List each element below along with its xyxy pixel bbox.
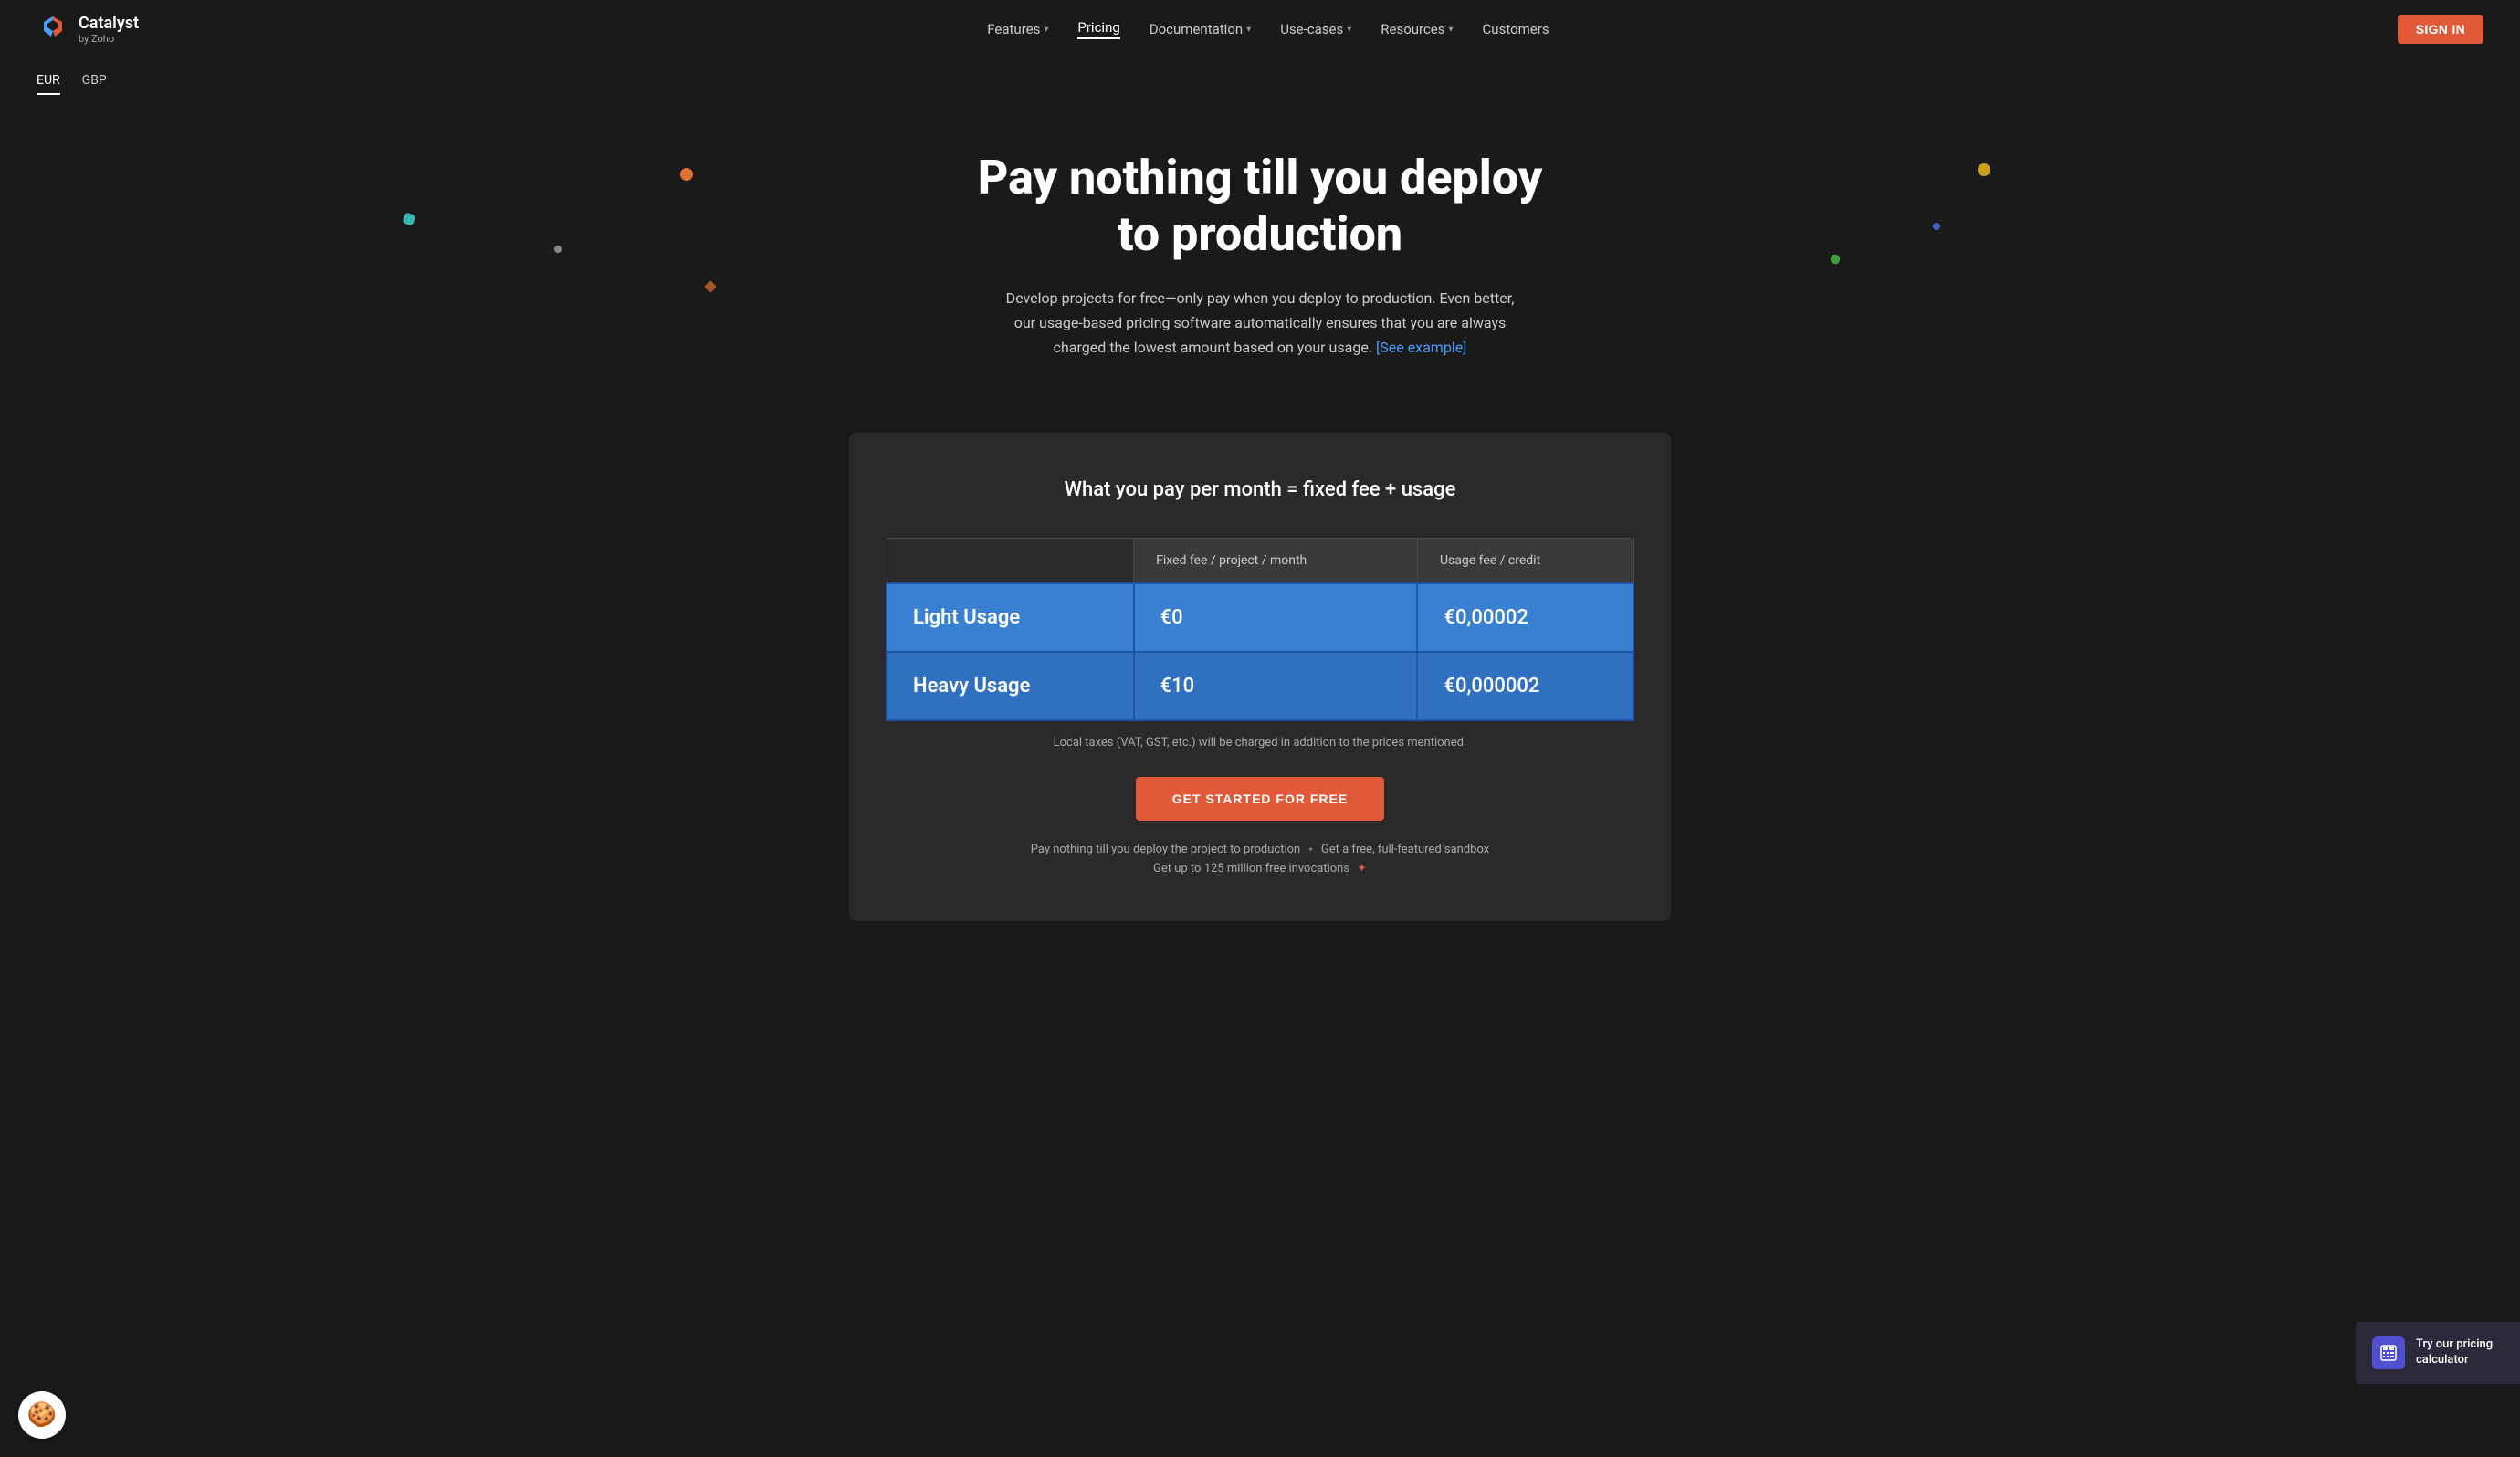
usage-fee-heavy: €0,000002 — [1417, 652, 1633, 720]
hero-heading: Pay nothing till you deploy to productio… — [940, 150, 1580, 264]
decorative-shape-arrow — [704, 280, 717, 293]
pricing-section: What you pay per month = fixed fee + usa… — [849, 433, 1671, 921]
decorative-shape-green — [1830, 254, 1841, 265]
chevron-icon: ▾ — [1347, 25, 1351, 35]
logo-icon — [37, 13, 69, 46]
nav-item-customers[interactable]: Customers — [1483, 21, 1549, 37]
nav-item-features[interactable]: Features ▾ — [987, 21, 1048, 37]
currency-bar: EUR GBP — [0, 58, 2520, 95]
plan-name-heavy: Heavy Usage — [887, 652, 1134, 720]
col-header-fixed-fee: Fixed fee / project / month — [1134, 539, 1418, 584]
see-example-link[interactable]: [See example] — [1376, 339, 1466, 356]
currency-tab-gbp[interactable]: GBP — [82, 73, 107, 95]
chevron-icon: ▾ — [1246, 25, 1251, 35]
chevron-icon: ▾ — [1044, 25, 1048, 35]
logo[interactable]: Catalyst by Zoho — [37, 13, 139, 46]
bottom-notes: Pay nothing till you deploy the project … — [886, 843, 1634, 875]
nav-item-resources[interactable]: Resources ▾ — [1381, 21, 1453, 37]
nav-item-usecases[interactable]: Use-cases ▾ — [1280, 21, 1351, 37]
usage-fee-light: €0,00002 — [1417, 583, 1633, 652]
plan-name-light: Light Usage — [887, 583, 1134, 652]
fixed-fee-heavy: €10 — [1134, 652, 1418, 720]
cookie-consent-button[interactable]: 🍪 — [18, 1391, 66, 1439]
pricing-table: Fixed fee / project / month Usage fee / … — [886, 538, 1634, 721]
nav-item-pricing[interactable]: Pricing — [1077, 19, 1119, 39]
col-header-plan — [887, 539, 1134, 584]
separator-dot: ✦ — [1307, 845, 1314, 854]
fixed-fee-light: €0 — [1134, 583, 1418, 652]
pricing-link[interactable]: Pricing — [1077, 19, 1119, 39]
col-header-usage-fee: Usage fee / credit — [1417, 539, 1633, 584]
calc-svg-icon — [2379, 1344, 2398, 1362]
chevron-icon: ▾ — [1449, 25, 1454, 35]
cta-get-started-button[interactable]: GET STARTED FOR FREE — [1136, 777, 1384, 821]
logo-subtitle: by Zoho — [79, 33, 139, 45]
calculator-icon — [2372, 1336, 2405, 1369]
red-star: ✦ — [1357, 862, 1367, 875]
logo-text: Catalyst by Zoho — [79, 14, 139, 46]
decorative-shape-gold — [1978, 163, 1990, 176]
pricing-row-light: Light Usage €0 €0,00002 — [887, 583, 1633, 652]
hero-description: Develop projects for free—only pay when … — [1004, 286, 1516, 361]
hero-section: Pay nothing till you deploy to productio… — [0, 95, 2520, 396]
navbar: Catalyst by Zoho Features ▾ Pricing Docu… — [0, 0, 2520, 58]
hero-heading-line1: Pay nothing till you deploy — [978, 150, 1543, 205]
decorative-shape-teal — [402, 212, 415, 225]
currency-tab-eur[interactable]: EUR — [37, 73, 60, 95]
bottom-note-2: Get up to 125 million free invocations ✦ — [886, 862, 1634, 875]
nav-item-docs[interactable]: Documentation ▾ — [1150, 21, 1251, 37]
nav-links: Features ▾ Pricing Documentation ▾ Use-c… — [987, 19, 1549, 39]
pricing-calc-label: Try our pricing calculator — [2416, 1337, 2504, 1368]
decorative-shape-sm — [554, 246, 562, 253]
pricing-calculator-widget[interactable]: Try our pricing calculator — [2356, 1322, 2520, 1384]
tax-note: Local taxes (VAT, GST, etc.) will be cha… — [886, 736, 1634, 749]
decorative-shape-orange — [680, 168, 693, 181]
cookie-icon: 🍪 — [27, 1401, 57, 1429]
pricing-section-heading: What you pay per month = fixed fee + usa… — [886, 478, 1634, 501]
pricing-row-heavy: Heavy Usage €10 €0,000002 — [887, 652, 1633, 720]
signin-button[interactable]: SIGN IN — [2398, 15, 2483, 44]
bottom-note-1: Pay nothing till you deploy the project … — [886, 843, 1634, 856]
logo-title: Catalyst — [79, 14, 139, 34]
decorative-shape-blue — [1933, 223, 1940, 230]
hero-heading-line2: to production — [1118, 206, 1402, 262]
